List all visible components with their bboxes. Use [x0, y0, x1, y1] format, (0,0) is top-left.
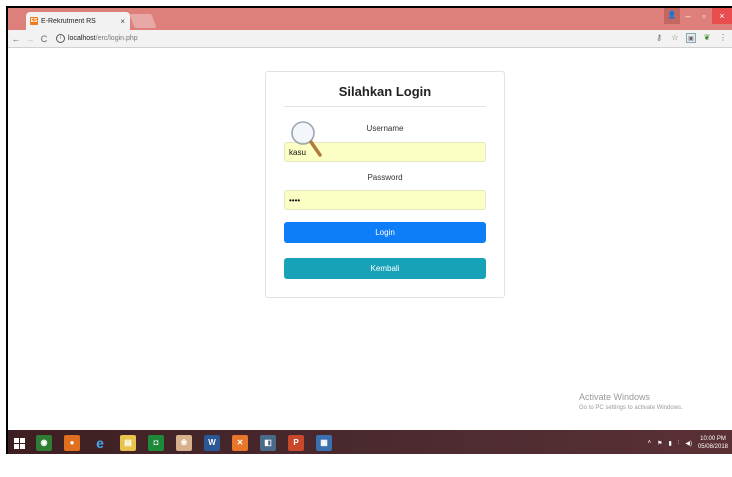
flag-icon[interactable]: ⚑ — [657, 440, 662, 447]
username-input[interactable] — [284, 142, 486, 162]
new-tab-button[interactable] — [129, 14, 157, 28]
volume-icon[interactable]: ◀) — [685, 440, 692, 447]
chrome-icon[interactable]: ◉ — [36, 435, 52, 451]
url-host: localhost — [68, 35, 96, 42]
password-input[interactable] — [284, 190, 486, 210]
system-tray: ˄ ⚑ ▮ ⫶ ◀) 10:00 PM 05/08/2018 — [648, 430, 728, 454]
windows-logo-icon — [13, 437, 25, 449]
tab-title: E-Rekrutment RS — [41, 17, 96, 25]
tray-time: 10:00 PM — [700, 436, 726, 442]
store-icon[interactable]: ◘ — [148, 435, 164, 451]
image-extension-icon[interactable]: ▣ — [686, 33, 696, 43]
taskbar: ◉ ● e ▤ ◘ ❀ W ✕ ◧ P ▦ ˄ ⚑ ▮ ⫶ ◀) 10:00 P… — [8, 430, 732, 454]
watermark-subtitle: Go to PC settings to activate Windows. — [579, 405, 683, 411]
extension-icons: ⚷ ☆ ▣ ❦ ⋮ — [654, 33, 728, 43]
back-button[interactable]: Kembali — [284, 258, 486, 279]
xampp-favicon-icon: ES — [30, 17, 38, 25]
internet-explorer-icon[interactable]: e — [92, 435, 108, 451]
title-divider — [284, 106, 486, 107]
app-window-icon[interactable]: ▦ — [316, 435, 332, 451]
star-icon[interactable]: ☆ — [670, 33, 680, 43]
file-explorer-icon[interactable]: ▤ — [120, 435, 136, 451]
login-button[interactable]: Login — [284, 222, 486, 243]
remote-app-icon[interactable]: ◧ — [260, 435, 276, 451]
tab-bar: ES E-Rekrutment RS × 👤 – ▫ × — [8, 8, 732, 30]
login-card: Silahkan Login Username Password Login K… — [265, 71, 505, 298]
info-icon[interactable]: i — [56, 34, 65, 43]
start-button[interactable] — [8, 430, 30, 454]
extension-leaf-icon[interactable]: ❦ — [702, 33, 712, 43]
login-title: Silahkan Login — [338, 84, 432, 99]
tray-up-arrow-icon[interactable]: ˄ — [648, 440, 652, 446]
url-field[interactable]: i localhost/erc/login.php — [56, 34, 138, 43]
battery-icon[interactable]: ▮ — [669, 440, 672, 447]
reload-icon[interactable]: C — [38, 34, 50, 44]
window-controls: 👤 – ▫ × — [664, 8, 732, 24]
network-icon[interactable]: ⫶ — [678, 440, 680, 447]
firefox-icon[interactable]: ● — [64, 435, 80, 451]
password-label: Password — [367, 173, 403, 182]
key-icon[interactable]: ⚷ — [654, 33, 664, 43]
forward-arrow-icon[interactable]: → — [24, 34, 36, 44]
powerpoint-icon[interactable]: P — [288, 435, 304, 451]
browser-tab[interactable]: ES E-Rekrutment RS × — [26, 12, 130, 30]
close-button[interactable]: × — [712, 8, 732, 24]
tray-clock[interactable]: 10:00 PM 05/08/2018 — [698, 435, 728, 451]
back-arrow-icon[interactable]: ← — [10, 34, 22, 44]
word-icon[interactable]: W — [204, 435, 220, 451]
browser-window: ES E-Rekrutment RS × 👤 – ▫ × ← → C i loc… — [6, 6, 732, 454]
xampp-icon[interactable]: ✕ — [232, 435, 248, 451]
tab-close-icon[interactable]: × — [120, 17, 125, 26]
minimize-button[interactable]: – — [680, 8, 696, 24]
username-label: Username — [366, 124, 404, 133]
maximize-button[interactable]: ▫ — [696, 8, 712, 24]
tray-date: 05/08/2018 — [697, 444, 728, 450]
photos-icon[interactable]: ❀ — [176, 435, 192, 451]
menu-kebab-icon[interactable]: ⋮ — [718, 33, 728, 43]
url-path: /erc/login.php — [95, 35, 138, 42]
activate-windows-watermark: Activate Windows Go to PC settings to ac… — [579, 392, 683, 411]
address-bar: ← → C i localhost/erc/login.php ⚷ ☆ ▣ ❦ … — [8, 30, 732, 48]
user-icon[interactable]: 👤 — [664, 8, 680, 24]
watermark-title: Activate Windows — [579, 392, 651, 402]
